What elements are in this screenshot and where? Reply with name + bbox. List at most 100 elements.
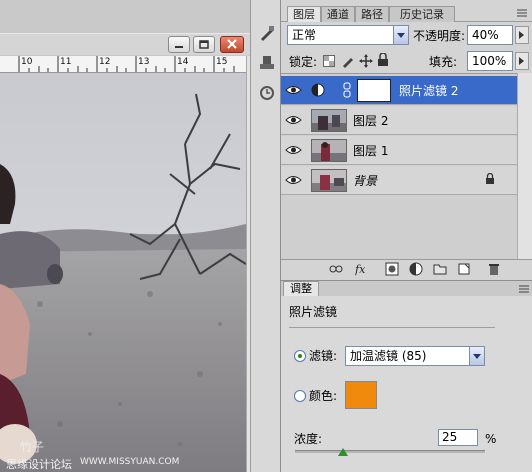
density-input[interactable]: 25 xyxy=(438,429,478,446)
tab-paths[interactable]: 路径 xyxy=(355,6,389,22)
layers-footer: fx xyxy=(281,259,532,277)
layer-row-layer1[interactable]: 图层 1 xyxy=(281,136,517,165)
tab-layers[interactable]: 图层 xyxy=(287,6,321,22)
opacity-input[interactable]: 40% xyxy=(467,25,513,45)
density-slider-track[interactable] xyxy=(295,450,485,453)
fx-icon[interactable]: fx xyxy=(355,262,369,276)
layer-name: 照片滤镜 2 xyxy=(399,84,459,98)
layer-row-layer2[interactable]: 图层 2 xyxy=(281,106,517,135)
title-divider xyxy=(289,327,495,328)
new-layer-icon[interactable] xyxy=(457,262,471,276)
lock-icon xyxy=(486,173,494,184)
filter-value: 加温滤镜 (85) xyxy=(350,349,427,363)
tab-history[interactable]: 历史记录 xyxy=(389,6,455,22)
restore-icon xyxy=(199,40,209,49)
lock-all-icon[interactable] xyxy=(377,53,389,67)
group-icon[interactable] xyxy=(433,262,447,276)
layers-scrollbar[interactable] xyxy=(517,73,532,259)
trash-icon[interactable] xyxy=(487,262,501,276)
layer-row-background[interactable]: 背景 xyxy=(281,166,517,195)
adjustment-layer-icon[interactable] xyxy=(409,262,423,276)
image-canvas[interactable] xyxy=(0,74,246,472)
color-swatch[interactable] xyxy=(345,381,377,409)
fill-input[interactable]: 100% xyxy=(467,51,513,71)
ruler-label: 15 xyxy=(216,57,228,67)
layer-name: 图层 1 xyxy=(353,144,389,158)
lock-brush-icon[interactable] xyxy=(341,54,355,68)
adjustment-icon xyxy=(311,83,325,97)
tab-channels[interactable]: 通道 xyxy=(321,6,355,22)
layer-thumbnail xyxy=(311,169,347,192)
lock-move-icon[interactable] xyxy=(359,54,373,68)
watermark: 竹子 思缘设计论坛 WWW.MISSYUAN.COM xyxy=(0,440,250,472)
brush-tool-icon[interactable] xyxy=(258,24,276,42)
blend-mode-value: 正常 xyxy=(292,28,317,42)
minimize-button[interactable] xyxy=(168,36,190,53)
watermark-top: 竹子 xyxy=(20,440,45,454)
ruler-label: 14 xyxy=(177,57,189,67)
chain-link-icon[interactable] xyxy=(343,82,351,98)
opacity-label: 不透明度: xyxy=(413,29,466,43)
panel-tabs: 图层 通道 路径 历史记录 xyxy=(281,3,532,22)
layer-name: 背景 xyxy=(353,174,378,188)
opacity-value: 40% xyxy=(472,28,499,42)
panel-menu-icon[interactable] xyxy=(517,283,531,295)
tool-strip xyxy=(250,0,280,472)
tab-adjustments[interactable]: 调整 xyxy=(283,281,319,297)
restore-button[interactable] xyxy=(193,36,215,53)
eye-icon[interactable] xyxy=(285,83,302,97)
mask-icon[interactable] xyxy=(385,262,399,276)
layer-thumbnail xyxy=(311,109,347,132)
eye-icon[interactable] xyxy=(285,113,302,127)
adjustments-tabbar: 调整 xyxy=(281,280,532,297)
opacity-slider-button[interactable] xyxy=(515,26,529,44)
density-unit: % xyxy=(485,432,497,446)
layer-mask-thumbnail[interactable] xyxy=(357,79,391,102)
link-icon[interactable] xyxy=(329,262,343,276)
lock-row: 锁定: 填充: 100% xyxy=(281,50,532,72)
filter-radio[interactable] xyxy=(294,350,306,362)
panel-menu-icon[interactable] xyxy=(515,7,529,19)
layers-list: 照片滤镜 2 图层 2 图层 1 背景 xyxy=(281,73,517,259)
color-radio[interactable] xyxy=(294,390,306,402)
density-label: 浓度: xyxy=(294,432,323,446)
filter-label: 滤镜: xyxy=(309,349,338,363)
chevron-down-icon xyxy=(393,26,408,44)
layers-panel: 图层 通道 路径 历史记录 正常 不透明度: 40% 锁定: 填充: 100% … xyxy=(280,0,532,472)
ruler-label: 12 xyxy=(99,57,111,67)
minimize-icon xyxy=(175,46,183,48)
fill-value: 100% xyxy=(472,54,507,68)
close-button[interactable] xyxy=(220,36,244,53)
lock-transparent-icon[interactable] xyxy=(323,55,335,67)
fill-slider-button[interactable] xyxy=(515,52,529,70)
ruler-label: 13 xyxy=(138,57,150,67)
lock-label: 锁定: xyxy=(289,55,318,69)
document-window: 10 11 12 13 14 15 竹子 思缘设计论坛 WWW.MISSYUAN… xyxy=(0,0,262,472)
chevron-down-icon xyxy=(469,347,484,365)
photo-image xyxy=(0,74,246,472)
ruler-ticks xyxy=(18,56,235,72)
layer-row-photo-filter[interactable]: 照片滤镜 2 xyxy=(281,76,517,105)
watermark-url: WWW.MISSYUAN.COM xyxy=(80,457,180,467)
adjustments-body: 照片滤镜 滤镜: 加温滤镜 (85) 颜色: 浓度: 25 % xyxy=(281,296,532,472)
ruler-label: 11 xyxy=(60,57,72,67)
stamp-tool-icon[interactable] xyxy=(258,54,276,72)
watermark-bottom: 思缘设计论坛 xyxy=(6,458,72,471)
horizontal-ruler: 10 11 12 13 14 15 xyxy=(0,56,246,73)
svg-text:fx: fx xyxy=(355,263,366,276)
blend-mode-select[interactable]: 正常 xyxy=(287,25,409,45)
eye-icon[interactable] xyxy=(285,173,302,187)
fill-label: 填充: xyxy=(429,55,458,69)
blend-row: 正常 不透明度: 40% xyxy=(281,22,532,48)
color-label: 颜色: xyxy=(309,389,338,403)
close-icon xyxy=(227,39,237,49)
document-titlebar xyxy=(0,33,262,55)
ruler-label: 10 xyxy=(21,57,33,67)
layer-name: 图层 2 xyxy=(353,114,389,128)
eye-icon[interactable] xyxy=(285,143,302,157)
history-brush-icon[interactable] xyxy=(258,84,276,102)
density-slider-thumb[interactable] xyxy=(337,448,348,456)
filter-select[interactable]: 加温滤镜 (85) xyxy=(345,346,485,366)
adjustment-title: 照片滤镜 xyxy=(289,305,338,319)
density-value: 25 xyxy=(442,430,458,444)
